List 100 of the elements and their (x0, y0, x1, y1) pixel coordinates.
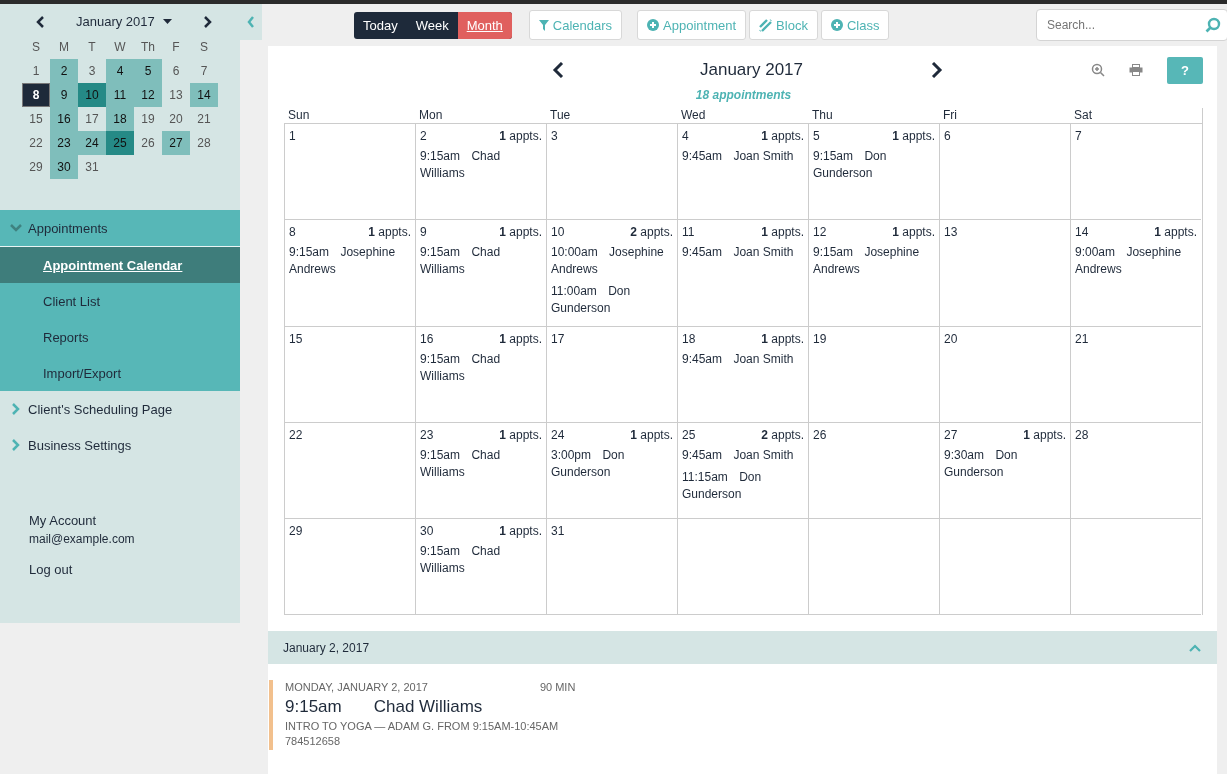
nav-item[interactable]: Appointments (0, 210, 240, 247)
day-cell[interactable]: 28 (1070, 423, 1201, 519)
appointment-entry[interactable]: 9:15am Josephine Andrews (813, 244, 935, 278)
day-cell[interactable] (808, 519, 939, 615)
appointment-card[interactable]: MONDAY, JANUARY 2, 2017 90 MIN 9:15am Chad Williams INTRO TO YOGA — ADAM G. FROM 9:15AM-10:45AM 784512658 (269, 680, 697, 750)
calendar-day[interactable]: 12 (134, 83, 162, 107)
day-cell[interactable]: 31 (546, 519, 677, 615)
next-month-icon[interactable] (202, 15, 212, 28)
day-cell[interactable]: 9 1 appts. 9:15am Chad Williams (415, 220, 546, 327)
day-cell[interactable]: 7 (1070, 124, 1201, 220)
nav-item[interactable]: Business Settings (0, 427, 240, 463)
calendar-day[interactable]: 22 (22, 131, 50, 155)
calendar-day[interactable]: 16 (50, 107, 78, 131)
appointment-entry[interactable]: 9:15am Chad Williams (420, 447, 542, 481)
day-cell[interactable] (677, 519, 808, 615)
day-cell[interactable]: 27 1 appts. 9:30am Don Gunderson (939, 423, 1070, 519)
appointment-entry[interactable]: 9:15am Don Gunderson (813, 148, 935, 182)
day-cell[interactable] (939, 519, 1070, 615)
calendar-day[interactable]: 26 (134, 131, 162, 155)
calendar-day[interactable]: 13 (162, 83, 190, 107)
day-cell[interactable]: 12 1 appts. 9:15am Josephine Andrews (808, 220, 939, 327)
nav-subitem[interactable]: Appointment Calendar (0, 247, 240, 283)
appointment-entry[interactable]: 9:45am Joan Smith (682, 351, 804, 368)
calendar-day[interactable]: 27 (162, 131, 190, 155)
appointment-entry[interactable]: 9:45am Joan Smith (682, 148, 804, 165)
calendar-day[interactable]: 23 (50, 131, 78, 155)
dropdown-caret-icon[interactable] (162, 19, 172, 24)
view-tab[interactable]: Month (457, 11, 512, 39)
calendar-day[interactable]: 21 (190, 107, 218, 131)
calendar-day[interactable]: 18 (106, 107, 134, 131)
appointment-entry[interactable]: 11:15am Don Gunderson (682, 469, 804, 503)
calendar-day[interactable]: 6 (162, 59, 190, 83)
day-cell[interactable]: 24 1 appts. 3:00pm Don Gunderson (546, 423, 677, 519)
day-cell[interactable]: 29 (284, 519, 415, 615)
calendar-day[interactable]: 19 (134, 107, 162, 131)
day-cell[interactable]: 14 1 appts. 9:00am Josephine Andrews (1070, 220, 1201, 327)
day-cell[interactable]: 1 (284, 124, 415, 220)
chevron-left-icon[interactable] (247, 16, 255, 28)
day-cell[interactable]: 21 (1070, 327, 1201, 423)
view-tab[interactable]: Week (406, 11, 458, 39)
print-icon[interactable] (1129, 64, 1143, 76)
appointment-entry[interactable]: 9:15am Chad Williams (420, 244, 542, 278)
day-cell[interactable]: 26 (808, 423, 939, 519)
day-cell[interactable]: 10 2 appts. 10:00am Josephine Andrews 11:00am Don Gunderson (546, 220, 677, 327)
day-cell[interactable]: 4 1 appts. 9:45am Joan Smith (677, 124, 808, 220)
calendar-day[interactable]: 29 (22, 155, 50, 179)
previous-month-icon[interactable] (36, 15, 46, 28)
day-cell[interactable]: 13 (939, 220, 1070, 327)
appointment-entry[interactable]: 10:00am Josephine Andrews (551, 244, 673, 278)
day-cell[interactable]: 16 1 appts. 9:15am Chad Williams (415, 327, 546, 423)
calendar-day[interactable]: 31 (78, 155, 106, 179)
calendar-day[interactable]: 25 (106, 131, 134, 155)
appointment-entry[interactable]: 9:45am Joan Smith (682, 244, 804, 261)
nav-subitem[interactable]: Reports (0, 319, 240, 355)
day-cell[interactable]: 20 (939, 327, 1070, 423)
appointment-entry[interactable]: 9:15am Josephine Andrews (289, 244, 411, 278)
calendar-day[interactable]: 11 (106, 83, 134, 107)
calendar-day[interactable]: 14 (190, 83, 218, 107)
day-cell[interactable]: 22 (284, 423, 415, 519)
appointment-entry[interactable]: 9:15am Chad Williams (420, 148, 542, 182)
calendar-day[interactable]: 3 (78, 59, 106, 83)
calendar-day[interactable]: 20 (162, 107, 190, 131)
day-cell[interactable]: 6 (939, 124, 1070, 220)
day-cell[interactable]: 25 2 appts. 9:45am Joan Smith 11:15am Don Gunderson (677, 423, 808, 519)
calendar-day[interactable]: 15 (22, 107, 50, 131)
search-icon[interactable] (1205, 17, 1221, 33)
day-cell[interactable]: 2 1 appts. 9:15am Chad Williams (415, 124, 546, 220)
appointment-entry[interactable]: 9:15am Chad Williams (420, 351, 542, 385)
day-cell[interactable]: 19 (808, 327, 939, 423)
day-cell[interactable]: 11 1 appts. 9:45am Joan Smith (677, 220, 808, 327)
account-link[interactable]: My Account (29, 513, 240, 528)
day-cell[interactable]: 30 1 appts. 9:15am Chad Williams (415, 519, 546, 615)
search-field[interactable]: Search... (1036, 9, 1227, 41)
logout-link[interactable]: Log out (29, 562, 240, 577)
appointment-entry[interactable]: 9:00am Josephine Andrews (1075, 244, 1197, 278)
day-cell[interactable]: 3 (546, 124, 677, 220)
day-cell[interactable]: 8 1 appts. 9:15am Josephine Andrews (284, 220, 415, 327)
calendar-day[interactable]: 30 (50, 155, 78, 179)
calendar-day[interactable]: 8 (22, 83, 50, 107)
appointment-entry[interactable]: 11:00am Don Gunderson (551, 283, 673, 317)
nav-subitem[interactable]: Import/Export (0, 355, 240, 391)
calendar-day[interactable]: 5 (134, 59, 162, 83)
day-cell[interactable]: 15 (284, 327, 415, 423)
calendar-day[interactable]: 24 (78, 131, 106, 155)
appointment-entry[interactable]: 9:15am Chad Williams (420, 543, 542, 577)
calendar-day[interactable]: 2 (50, 59, 78, 83)
day-cell[interactable]: 17 (546, 327, 677, 423)
previous-month-icon[interactable] (552, 62, 564, 78)
nav-item[interactable]: Client's Scheduling Page (0, 391, 240, 427)
calendar-day[interactable]: 1 (22, 59, 50, 83)
collapse-sidebar-button[interactable] (240, 4, 262, 40)
calendar-day[interactable]: 7 (190, 59, 218, 83)
appointment-entry[interactable]: 3:00pm Don Gunderson (551, 447, 673, 481)
nav-subitem[interactable]: Client List (0, 283, 240, 319)
zoom-icon[interactable] (1091, 63, 1105, 77)
day-header-bar[interactable]: January 2, 2017 (268, 631, 1217, 664)
calendar-day[interactable]: 17 (78, 107, 106, 131)
day-cell[interactable] (1070, 519, 1201, 615)
day-cell[interactable]: 18 1 appts. 9:45am Joan Smith (677, 327, 808, 423)
day-cell[interactable]: 5 1 appts. 9:15am Don Gunderson (808, 124, 939, 220)
